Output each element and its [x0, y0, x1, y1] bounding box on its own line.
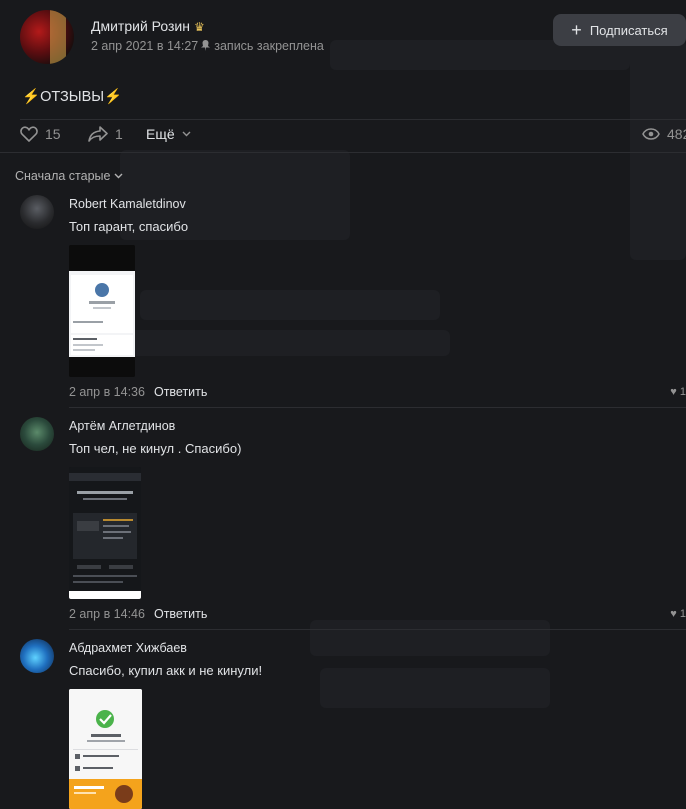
screenshot-thumbnail: [69, 689, 142, 809]
post-author-name[interactable]: Дмитрий Розин ♛: [91, 18, 205, 34]
heart-icon: ♥: [670, 386, 677, 398]
share-button[interactable]: 1: [88, 126, 123, 142]
comment-text: Топ гарант, спасибо: [69, 219, 189, 234]
post-date[interactable]: 2 апр 2021 в 14:27: [91, 39, 198, 53]
comment-attachment-image[interactable]: [69, 245, 135, 377]
reply-button[interactable]: Ответить: [154, 385, 207, 399]
comment-author-name[interactable]: Robert Kamaletdinov: [69, 197, 186, 211]
comment: Robert Kamaletdinov Топ гарант, спасибо …: [20, 195, 686, 410]
views-count: 482: [667, 126, 686, 142]
more-button[interactable]: Ещё: [146, 126, 191, 142]
comment-meta: 2 апр в 14:36 Ответить: [69, 385, 207, 399]
share-icon: [88, 126, 108, 142]
pinned-label: запись закреплена: [214, 39, 324, 53]
plus-icon: +: [571, 20, 582, 40]
comment-like-button[interactable]: ♥ 1: [670, 386, 686, 398]
reply-button[interactable]: Ответить: [154, 607, 207, 621]
post-meta: 2 апр 2021 в 14:27 запись закреплена: [91, 39, 324, 53]
eye-icon: [642, 128, 660, 140]
divider: [20, 119, 686, 120]
like-button[interactable]: 15: [20, 126, 61, 142]
views-counter: 482: [642, 126, 686, 142]
comment-author-avatar[interactable]: [20, 639, 54, 673]
screenshot-thumbnail: [69, 245, 135, 377]
comment-author-avatar[interactable]: [20, 195, 54, 229]
comment-author-avatar[interactable]: [20, 417, 54, 451]
screenshot-thumbnail: [69, 467, 141, 599]
shares-count: 1: [115, 126, 123, 142]
comment-text: Спасибо, купил акк и не кинули!: [69, 663, 263, 678]
comment-text: Топ чел, не кинул . Спасибо): [69, 441, 242, 456]
comment-meta: 2 апр в 14:46 Ответить: [69, 607, 207, 621]
comment: Артём Аглетдинов Топ чел, не кинул . Спа…: [20, 417, 686, 632]
comment-attachment-image[interactable]: [69, 689, 142, 809]
comment-attachment-image[interactable]: [69, 467, 141, 599]
post-text: ⚡ОТЗЫВЫ⚡: [22, 89, 123, 105]
divider: [69, 407, 686, 408]
comment-author-name[interactable]: Абдрахмет Хижбаев: [69, 641, 187, 655]
pin-icon: [201, 40, 211, 51]
comment-date[interactable]: 2 апр в 14:36: [69, 385, 145, 399]
lightning-icon: ⚡: [22, 89, 41, 105]
comment-like-button[interactable]: ♥ 1: [670, 608, 686, 620]
heart-icon: ♥: [670, 608, 677, 620]
divider: [0, 152, 686, 153]
comment-author-name[interactable]: Артём Аглетдинов: [69, 419, 175, 433]
crown-icon: ♛: [193, 20, 205, 34]
divider: [69, 629, 686, 630]
post-author-avatar[interactable]: [20, 10, 74, 64]
chevron-down-icon: [114, 173, 123, 179]
sort-dropdown[interactable]: Сначала старые: [15, 169, 123, 183]
heart-icon: [20, 126, 38, 142]
chevron-down-icon: [182, 131, 191, 137]
likes-count: 15: [45, 126, 61, 142]
comment-date[interactable]: 2 апр в 14:46: [69, 607, 145, 621]
post-header: Дмитрий Розин ♛ 2 апр 2021 в 14:27 запись …: [20, 8, 686, 64]
lightning-icon: ⚡: [104, 89, 123, 105]
comment: Абдрахмет Хижбаев Спасибо, купил акк и н…: [20, 639, 686, 809]
subscribe-button[interactable]: + Подписаться: [553, 14, 686, 46]
post-actions: 15 1 Ещё 482: [20, 126, 686, 146]
